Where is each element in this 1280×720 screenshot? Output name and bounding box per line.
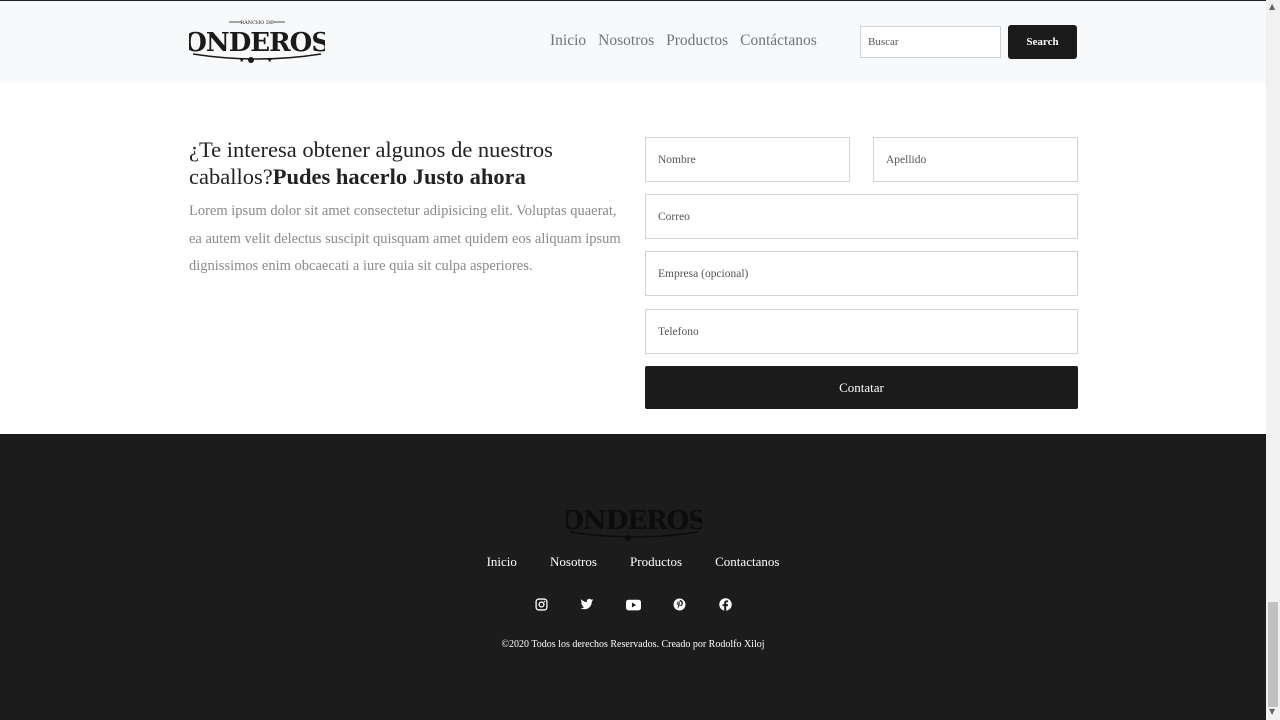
nombre-field[interactable] xyxy=(645,137,850,182)
instagram-icon[interactable] xyxy=(530,596,553,614)
footer-nav-productos[interactable]: Productos xyxy=(630,554,682,569)
facebook-icon[interactable] xyxy=(714,596,737,614)
heading-bold: Pudes hacerlo Justo ahora xyxy=(272,164,526,189)
empresa-field[interactable] xyxy=(645,251,1078,296)
youtube-icon[interactable] xyxy=(622,596,645,614)
search-button[interactable]: Search xyxy=(1008,25,1077,59)
contact-heading: ¿Te interesa obtener algunos de nuestros… xyxy=(189,136,609,190)
social-links xyxy=(0,596,1266,614)
main-nav: Inicio Nosotros Productos Contáctanos xyxy=(550,32,829,50)
svg-text:★: ★ xyxy=(267,57,272,64)
scroll-up-icon[interactable]: ▲ xyxy=(1269,2,1275,11)
footer-nav: Inicio Nosotros Productos Contactanos xyxy=(0,551,1266,570)
ponderosa-logo[interactable]: RANCHO DE PONDEROSA ★ ★ xyxy=(189,16,325,66)
svg-text:RANCHO DE: RANCHO DE xyxy=(240,20,274,26)
page-scrollbar[interactable]: ▲ ▼ xyxy=(1266,0,1280,720)
nav-nosotros[interactable]: Nosotros xyxy=(598,32,654,50)
nav-contactanos[interactable]: Contáctanos xyxy=(740,32,817,50)
site-header: RANCHO DE PONDEROSA ★ ★ Inicio Nosotros … xyxy=(0,0,1266,83)
site-footer: PONDEROSA Inicio Nosotros Productos Cont… xyxy=(0,434,1266,720)
correo-field[interactable] xyxy=(645,194,1078,239)
footer-nav-nosotros[interactable]: Nosotros xyxy=(550,554,597,569)
footer-nav-contactanos[interactable]: Contactanos xyxy=(715,554,779,569)
contact-paragraph: Lorem ipsum dolor sit amet consectetur a… xyxy=(189,203,621,275)
pinterest-icon[interactable] xyxy=(668,596,691,614)
nav-productos[interactable]: Productos xyxy=(666,32,728,50)
footer-nav-inicio[interactable]: Inicio xyxy=(487,554,517,569)
nav-inicio[interactable]: Inicio xyxy=(550,32,586,50)
telefono-field[interactable] xyxy=(645,309,1078,354)
apellido-field[interactable] xyxy=(873,137,1078,182)
svg-text:PONDEROSA: PONDEROSA xyxy=(566,506,702,536)
svg-text:PONDEROSA: PONDEROSA xyxy=(189,28,325,58)
copyright-text: ©2020 Todos los derechos Reservados. Cre… xyxy=(501,639,765,650)
svg-text:★: ★ xyxy=(239,57,244,64)
search-input[interactable] xyxy=(860,26,1001,58)
footer-ponderosa-logo: PONDEROSA xyxy=(566,506,702,541)
scroll-down-icon[interactable]: ▼ xyxy=(1269,707,1275,716)
contatar-button[interactable]: Contatar xyxy=(645,366,1078,409)
scroll-thumb[interactable] xyxy=(1268,602,1278,707)
twitter-icon[interactable] xyxy=(576,596,599,614)
